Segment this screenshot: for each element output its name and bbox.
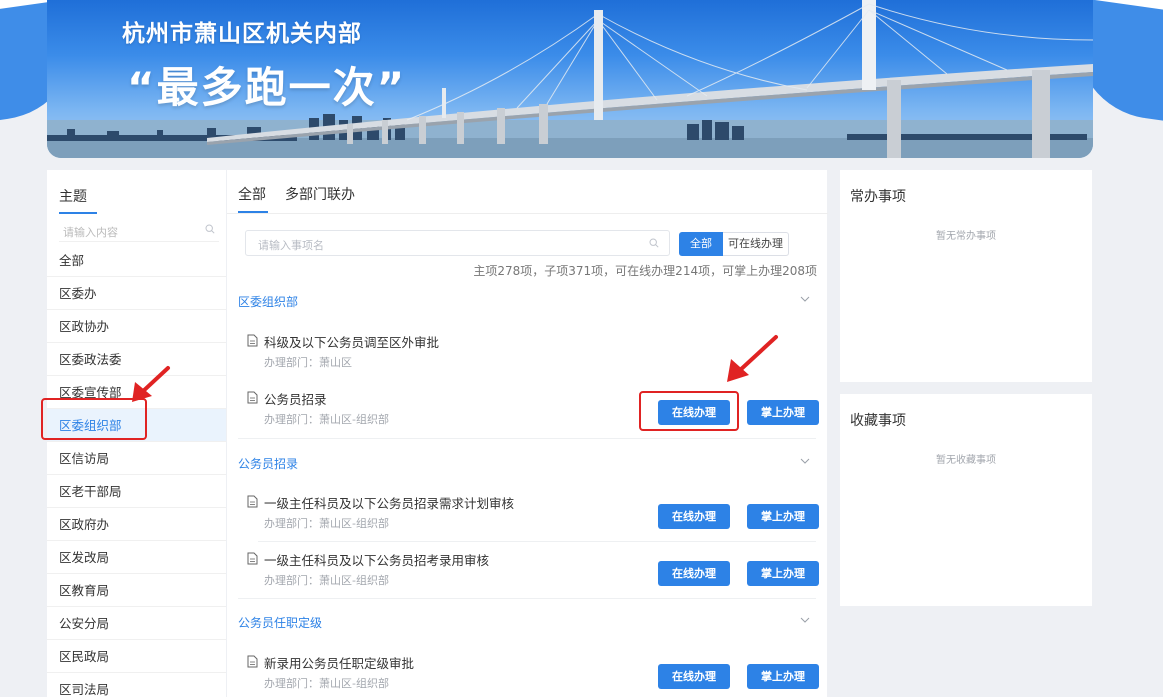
sidebar-item-justice[interactable]: 区司法局: [47, 673, 227, 697]
banner-title: 杭州市萧山区机关内部: [122, 21, 362, 47]
service-item-department: 办理部门：萧山区-组织部: [264, 574, 389, 587]
frequent-items-empty: 暂无常办事项: [936, 231, 996, 242]
filter-online-button[interactable]: 可在线办理: [723, 232, 789, 256]
service-item-name[interactable]: 一级主任科员及以下公务员招考录用审核: [264, 550, 489, 569]
favorite-items-empty: 暂无收藏事项: [936, 455, 996, 466]
search-icon[interactable]: [649, 238, 659, 248]
group-divider: [238, 598, 816, 599]
group-header[interactable]: 公务员招录: [238, 455, 816, 475]
group-divider: [238, 438, 816, 439]
favorite-items-title: 收藏事项: [850, 413, 906, 429]
chevron-down-icon[interactable]: [800, 457, 810, 465]
sidebar-item-district-committee-office[interactable]: 区委办: [47, 277, 227, 310]
mobile-handle-button[interactable]: 掌上办理: [747, 561, 819, 586]
service-item: 新录用公务员任职定级审批 办理部门：萧山区-组织部 在线办理 掌上办理: [247, 651, 819, 697]
sidebar-list: 全部 区委办 区政协办 区委政法委 区委宣传部 区委组织部 区信访局 区老干部局…: [47, 244, 227, 697]
service-item-department: 办理部门：萧山区-组织部: [264, 413, 389, 426]
item-search-input[interactable]: 请输入事项名: [245, 230, 670, 256]
tab-all[interactable]: 全部: [238, 184, 266, 204]
banner: 杭州市萧山区机关内部 “最多跑一次”: [47, 0, 1093, 158]
document-icon: [247, 334, 258, 347]
service-item-department: 办理部门：萧山区: [264, 356, 352, 369]
search-icon[interactable]: [205, 224, 215, 234]
filter-all-button[interactable]: 全部: [679, 232, 723, 256]
sidebar-item-political-legal[interactable]: 区委政法委: [47, 343, 227, 376]
frequent-items-panel: 常办事项 暂无常办事项: [840, 170, 1092, 382]
group-title[interactable]: 公务员任职定级: [238, 614, 322, 631]
online-handle-button[interactable]: 在线办理: [658, 664, 730, 689]
sidebar-item-government-office[interactable]: 区政府办: [47, 508, 227, 541]
sidebar-item-public-security[interactable]: 公安分局: [47, 607, 227, 640]
service-item: 科级及以下公务员调至区外审批 办理部门：萧山区: [247, 330, 816, 388]
service-item-name[interactable]: 一级主任科员及以下公务员招录需求计划审核: [264, 493, 514, 512]
sidebar-item-education[interactable]: 区教育局: [47, 574, 227, 607]
group-title[interactable]: 公务员招录: [238, 455, 298, 472]
sidebar-item-civil-affairs[interactable]: 区民政局: [47, 640, 227, 673]
service-item-name[interactable]: 新录用公务员任职定级审批: [264, 653, 414, 672]
document-icon: [247, 391, 258, 404]
sidebar-title: 主题: [59, 189, 87, 205]
active-tab-indicator: [238, 211, 268, 213]
banner-slogan: “最多跑一次”: [127, 63, 407, 112]
highlight-box-sidebar: [41, 398, 147, 440]
group-title[interactable]: 区委组织部: [238, 293, 298, 310]
online-handle-button[interactable]: 在线办理: [658, 561, 730, 586]
sidebar-search-placeholder: 请输入内容: [63, 226, 118, 239]
mobile-handle-button[interactable]: 掌上办理: [747, 400, 819, 425]
sidebar-item-cppcc-office[interactable]: 区政协办: [47, 310, 227, 343]
service-item-department: 办理部门：萧山区-组织部: [264, 517, 389, 530]
sidebar-search-input[interactable]: 请输入内容: [59, 220, 219, 242]
chevron-down-icon[interactable]: [800, 295, 810, 303]
document-icon: [247, 495, 258, 508]
service-item-department: 办理部门：萧山区-组织部: [264, 677, 389, 690]
sidebar-title-underline: [59, 212, 97, 214]
main-content: 全部 多部门联办 请输入事项名 全部 可在线办理 主项278项，子项371项，可…: [226, 170, 828, 697]
document-icon: [247, 655, 258, 668]
highlight-box-online-button: [639, 391, 739, 431]
item-search-placeholder: 请输入事项名: [258, 239, 324, 252]
tab-bar: 全部 多部门联办: [227, 170, 828, 214]
item-divider: [258, 541, 816, 542]
group-header[interactable]: 公务员任职定级: [238, 614, 816, 634]
favorite-items-panel: 收藏事项 暂无收藏事项: [840, 394, 1092, 606]
item-search-row: 请输入事项名 全部 可在线办理: [245, 230, 817, 256]
frequent-items-title: 常办事项: [850, 189, 906, 205]
service-item-name[interactable]: 科级及以下公务员调至区外审批: [264, 332, 439, 351]
document-icon: [247, 552, 258, 565]
item-statistics: 主项278项，子项371项，可在线办理214项，可掌上办理208项: [473, 264, 817, 278]
tab-multi-department[interactable]: 多部门联办: [285, 184, 355, 204]
mobile-handle-button[interactable]: 掌上办理: [747, 504, 819, 529]
chevron-down-icon[interactable]: [800, 616, 810, 624]
online-handle-button[interactable]: 在线办理: [658, 504, 730, 529]
mobile-handle-button[interactable]: 掌上办理: [747, 664, 819, 689]
group-header[interactable]: 区委组织部: [238, 293, 816, 313]
sidebar-item-petition[interactable]: 区信访局: [47, 442, 227, 475]
sidebar-item-veteran-cadres[interactable]: 区老干部局: [47, 475, 227, 508]
sidebar-item-development-reform[interactable]: 区发改局: [47, 541, 227, 574]
sidebar-item-all[interactable]: 全部: [47, 244, 227, 277]
service-item-name[interactable]: 公务员招录: [264, 389, 327, 408]
